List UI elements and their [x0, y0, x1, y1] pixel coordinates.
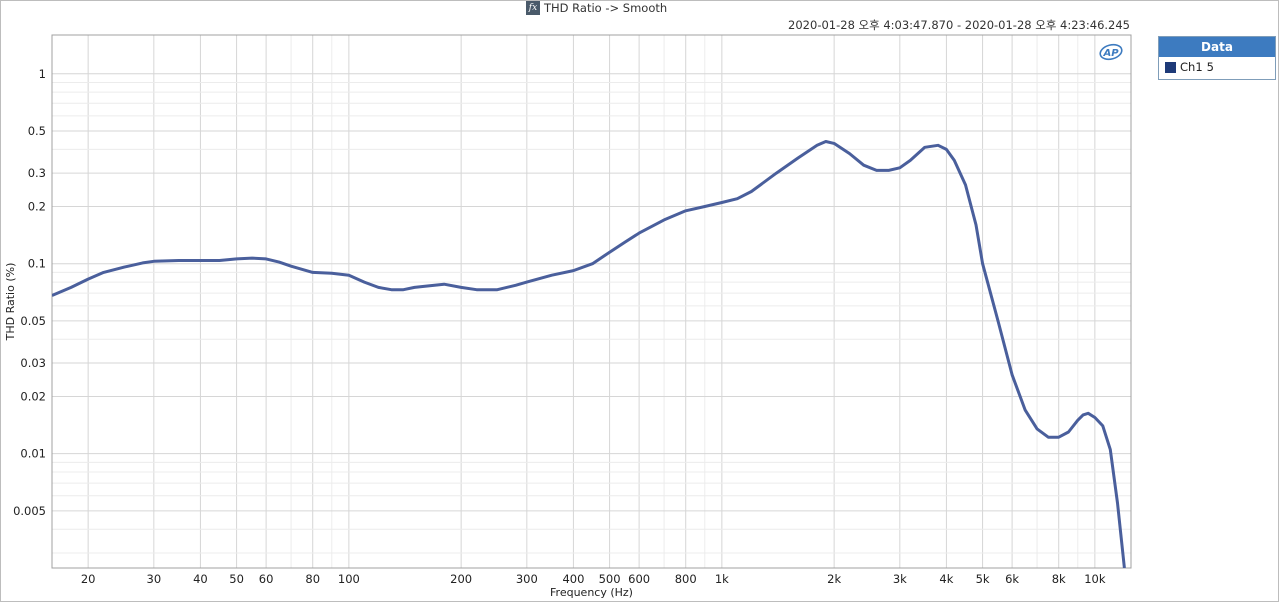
y-tick-label: 0.2 [28, 200, 46, 214]
ap-logo-text: AP [1102, 48, 1119, 59]
legend-panel: Data Ch1 5 [1158, 36, 1276, 80]
x-tick-label: 100 [338, 572, 360, 586]
legend-item-ch1[interactable]: Ch1 5 [1159, 57, 1275, 77]
x-tick-label: 40 [193, 572, 208, 586]
ap-logo-icon: AP [1099, 43, 1123, 61]
y-tick-label: 0.01 [20, 447, 46, 461]
x-tick-label: 30 [147, 572, 162, 586]
x-axis-label: Frequency (Hz) [550, 586, 633, 599]
x-tick-label: 6k [1005, 572, 1019, 586]
x-tick-label: 3k [893, 572, 907, 586]
x-tick-label: 4k [939, 572, 953, 586]
y-tick-label: 0.05 [20, 314, 46, 328]
grid-layer [52, 35, 1131, 568]
legend-swatch [1165, 61, 1176, 73]
legend-item-value: 5 [1206, 60, 1214, 74]
x-tick-label: 2k [827, 572, 841, 586]
x-tick-label: 60 [259, 572, 274, 586]
x-tick-label: 1k [715, 572, 729, 586]
y-tick-label: 0.02 [20, 389, 46, 403]
x-tick-label: 800 [675, 572, 697, 586]
x-tick-label: 8k [1052, 572, 1066, 586]
y-tick-label: 0.3 [28, 166, 46, 180]
x-tick-label: 500 [599, 572, 621, 586]
x-tick-labels: 20 30 40 50 60 80 100 200 300 400 500 600 800 1k 2k 3k 4… [81, 572, 1106, 586]
y-tick-labels: 1 0.5 0.3 0.2 0.1 0.05 0.03 0.02 0.01 0.005 [13, 67, 46, 518]
x-tick-label: 5k [976, 572, 990, 586]
series-line-ch1 [52, 140, 1126, 568]
y-tick-label: 0.03 [20, 356, 46, 370]
y-axis-label: THD Ratio (%) [4, 263, 17, 342]
y-tick-label: 1 [39, 67, 46, 81]
legend-item-label: Ch1 [1180, 60, 1203, 74]
x-tick-label: 50 [229, 572, 244, 586]
x-tick-label: 200 [450, 572, 472, 586]
x-tick-label: 10k [1084, 572, 1106, 586]
x-tick-label: 300 [516, 572, 538, 586]
x-tick-label: 20 [81, 572, 96, 586]
legend-header: Data [1159, 37, 1275, 57]
x-tick-label: 400 [562, 572, 584, 586]
chart-plot[interactable]: 20 30 40 50 60 80 100 200 300 400 500 600 800 1k 2k 3k 4… [0, 0, 1279, 602]
plot-border [51, 34, 1132, 569]
y-tick-label: 0.005 [13, 504, 46, 518]
y-tick-label: 0.1 [28, 257, 46, 271]
x-tick-label: 80 [305, 572, 320, 586]
x-tick-label: 600 [628, 572, 650, 586]
y-tick-label: 0.5 [28, 124, 46, 138]
